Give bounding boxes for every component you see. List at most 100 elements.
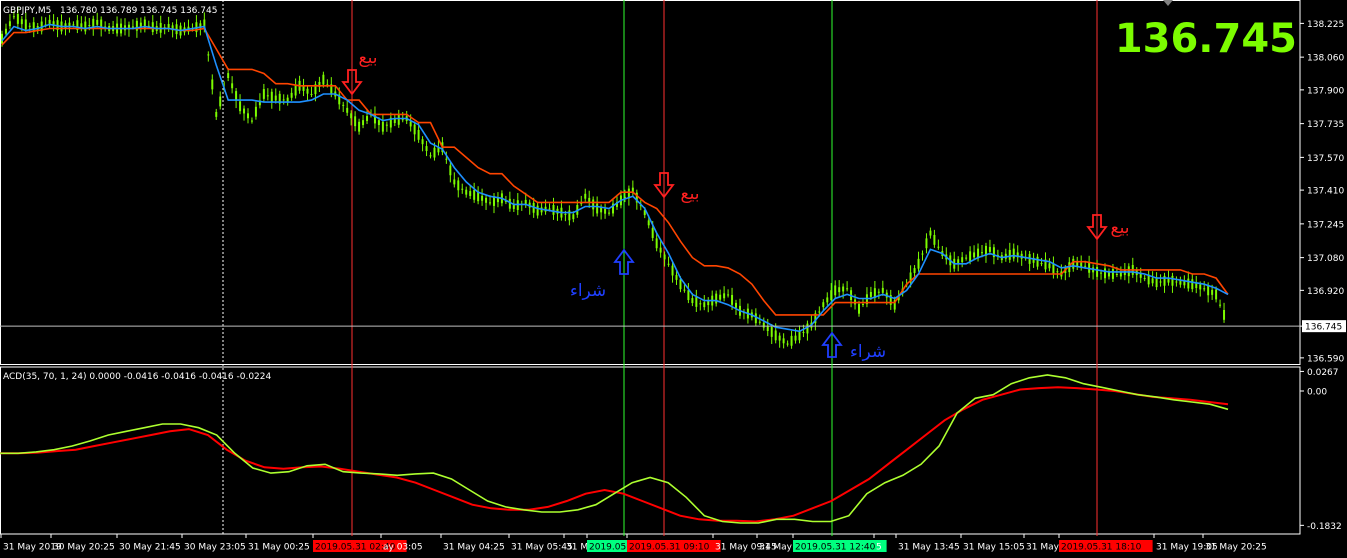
y-tick-label: 137.080 xyxy=(1307,254,1344,264)
price-candle-body xyxy=(1207,285,1210,296)
price-candle-body xyxy=(675,274,678,280)
price-candle-body xyxy=(846,288,849,290)
price-candle-body xyxy=(246,113,249,119)
price-candle-body xyxy=(294,85,297,96)
price-candle-body xyxy=(207,54,210,56)
x-tick-label: 31 May 13:45 xyxy=(898,543,960,553)
price-candle-body xyxy=(1115,273,1118,275)
price-candle-body xyxy=(1203,288,1206,290)
x-tick-label: 31 May 15:05 xyxy=(963,543,1025,553)
price-candle-body xyxy=(826,297,829,303)
price-candle-body xyxy=(1191,279,1194,290)
price-candle-body xyxy=(306,88,309,94)
price-candle-body xyxy=(842,286,845,292)
price-candle-body xyxy=(818,311,821,313)
price-candle-body xyxy=(1052,263,1055,274)
price-candle-body xyxy=(608,212,611,214)
price-candle-body xyxy=(262,89,265,99)
price-candle-body xyxy=(858,303,861,314)
x-tick-label: 2019.05.31 18:10 xyxy=(1061,543,1142,553)
price-candle-body xyxy=(1175,281,1178,283)
price-candle-body xyxy=(1187,278,1190,289)
price-candle-body xyxy=(366,116,369,121)
price-candle-body xyxy=(12,16,15,18)
price-candle-body xyxy=(401,119,404,121)
price-candle-body xyxy=(659,247,662,253)
price-candle-body xyxy=(346,107,349,113)
sell-signal-label: بيع xyxy=(681,184,700,204)
y-tick-label: 138.060 xyxy=(1307,54,1344,64)
price-candle-body xyxy=(215,111,218,117)
price-candle-body xyxy=(302,86,305,91)
price-candle-body xyxy=(24,19,27,30)
price-candle-body xyxy=(239,101,242,112)
price-candle-body xyxy=(290,92,293,98)
price-candle-body xyxy=(695,297,698,307)
price-candle-body xyxy=(766,326,769,331)
price-candle-body xyxy=(671,265,674,276)
price-candle-body xyxy=(1215,289,1218,300)
price-candle-body xyxy=(28,25,31,27)
x-tick-label: 31 May 20:25 xyxy=(1205,543,1267,553)
price-candle-body xyxy=(250,120,253,122)
price-candle-body xyxy=(834,285,837,296)
big-price: 136.745 xyxy=(1115,16,1297,62)
price-candle-body xyxy=(96,19,99,25)
y-tick-label: 0.00 xyxy=(1307,388,1327,398)
price-candle-body xyxy=(663,254,666,260)
price-candle-body xyxy=(719,294,722,300)
price-candle-body xyxy=(988,246,991,252)
price-candle-body xyxy=(322,74,325,85)
symbol-label: GBPJPY,M5 xyxy=(3,6,51,16)
price-candle-body xyxy=(254,106,257,117)
price-candle-body xyxy=(397,114,400,125)
price-candle-body xyxy=(699,303,702,305)
price-candle-body xyxy=(600,207,603,213)
price-candle-body xyxy=(453,179,456,185)
price-candle-body xyxy=(965,257,968,259)
price-candle-body xyxy=(1195,283,1198,289)
price-candle-body xyxy=(806,323,809,334)
x-tick-label: 30 May 21:45 xyxy=(119,543,181,553)
price-candle-body xyxy=(362,120,365,126)
y-tick-label: 0.0267 xyxy=(1307,368,1339,378)
price-candle-body xyxy=(552,204,555,215)
y-tick-label: 137.245 xyxy=(1307,220,1344,230)
price-candle-body xyxy=(802,331,805,333)
price-candle-body xyxy=(227,73,230,79)
price-candle-body xyxy=(1111,269,1114,279)
price-candle-body xyxy=(667,263,670,265)
price-candle-body xyxy=(647,220,650,226)
price-candle-body xyxy=(231,83,234,89)
price-candle-body xyxy=(1171,275,1174,286)
price-candle-body xyxy=(1040,263,1043,265)
price-candle-body xyxy=(774,330,777,341)
indicator-label: ACD(35, 70, 1, 24) 0.0000 -0.0416 -0.041… xyxy=(3,372,272,382)
y-tick-label: 137.410 xyxy=(1307,187,1344,197)
price-candle-body xyxy=(937,246,940,248)
price-candle-body xyxy=(536,205,539,216)
price-candle-body xyxy=(417,129,420,140)
price-candle-body xyxy=(869,291,872,297)
price-candle-body xyxy=(445,158,448,160)
y-tick-label: 136.920 xyxy=(1307,287,1344,297)
price-candle-body xyxy=(754,313,757,324)
y-tick-label: 137.900 xyxy=(1307,86,1344,96)
price-candle-body xyxy=(219,96,222,107)
price-candle-body xyxy=(794,335,797,341)
price-candle-body xyxy=(270,91,273,102)
price-candle-body xyxy=(651,228,654,238)
price-candle-body xyxy=(790,335,793,346)
price-candle-body xyxy=(913,268,916,274)
price-candle-body xyxy=(687,290,690,301)
price-candle-body xyxy=(921,253,924,255)
price-candle-body xyxy=(358,121,361,132)
price-candle-body xyxy=(457,180,460,191)
price-candle-body xyxy=(425,146,428,151)
price-candle-body xyxy=(830,290,833,301)
price-candle-body xyxy=(703,302,706,308)
price-candle-body xyxy=(838,287,841,293)
price-candle-body xyxy=(623,196,626,198)
price-candle-body xyxy=(735,302,738,308)
price-candle-body xyxy=(72,24,75,26)
